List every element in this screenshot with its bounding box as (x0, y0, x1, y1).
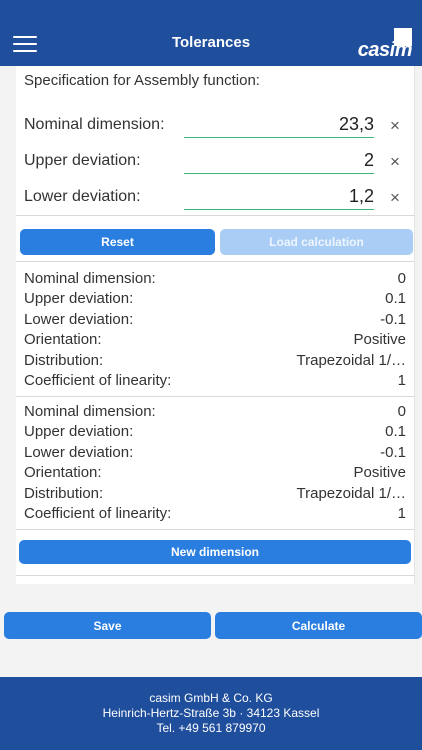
divider (16, 215, 414, 216)
main-content: Specification for Assembly function: Nom… (16, 66, 415, 584)
distribution-line: Distribution: Trapezoidal 1/… (24, 351, 406, 369)
footer-address: Heinrich-Hertz-Straße 3b · 34123 Kassel (102, 706, 320, 720)
dimension-card-1[interactable]: Nominal dimension: 0 Upper deviation: 0.1 … (24, 269, 406, 391)
footer-phone[interactable]: Tel. +49 561 879970 (0, 721, 422, 736)
upper-deviation-row: Upper deviation: × (24, 146, 408, 174)
orientation-line: Orientation: Positive (24, 464, 406, 482)
calculate-button[interactable]: Calculate (215, 612, 422, 639)
divider (16, 575, 414, 576)
load-calculation-button[interactable]: Load calculation (220, 229, 413, 255)
footer-company: casim GmbH & Co. KG (149, 691, 273, 705)
nominal-line: Nominal dimension: 0 (24, 403, 406, 420)
nominal-dimension-input[interactable] (184, 111, 374, 138)
upper-deviation-input[interactable] (184, 147, 374, 174)
clear-upper-icon[interactable]: × (390, 152, 400, 172)
lower-line: Lower deviation: -0.1 (24, 443, 406, 461)
save-button[interactable]: Save (4, 612, 211, 639)
company-footer: casim GmbH & Co. KG Heinrich-Hertz-Straß… (0, 677, 422, 750)
specification-label: Specification for Assembly function: (24, 72, 260, 89)
clear-nominal-icon[interactable]: × (390, 116, 400, 136)
casim-logo: casim (354, 28, 413, 62)
lower-line: Lower deviation: -0.1 (24, 310, 406, 328)
new-dimension-button[interactable]: New dimension (19, 540, 411, 564)
upper-deviation-label: Upper deviation: (24, 152, 141, 169)
lower-deviation-label: Lower deviation: (24, 188, 141, 205)
reset-button[interactable]: Reset (20, 229, 215, 255)
divider (16, 529, 414, 530)
upper-line: Upper deviation: 0.1 (24, 290, 406, 308)
lower-deviation-input[interactable] (184, 183, 374, 210)
distribution-line: Distribution: Trapezoidal 1/… (24, 484, 406, 502)
nominal-line: Nominal dimension: 0 (24, 270, 406, 287)
nominal-dimension-label: Nominal dimension: (24, 116, 165, 133)
logo-text: casim (357, 39, 413, 61)
coefficient-line: Coefficient of linearity: 1 (24, 371, 406, 389)
divider (16, 261, 414, 262)
upper-line: Upper deviation: 0.1 (24, 423, 406, 441)
divider (16, 396, 414, 397)
dimension-card-2[interactable]: Nominal dimension: 0 Upper deviation: 0.1 … (24, 402, 406, 524)
lower-deviation-row: Lower deviation: × (24, 182, 408, 210)
clear-lower-icon[interactable]: × (390, 188, 400, 208)
coefficient-line: Coefficient of linearity: 1 (24, 504, 406, 522)
app-header: Tolerances casim (0, 0, 422, 66)
orientation-line: Orientation: Positive (24, 331, 406, 349)
nominal-dimension-row: Nominal dimension: × (24, 110, 408, 138)
